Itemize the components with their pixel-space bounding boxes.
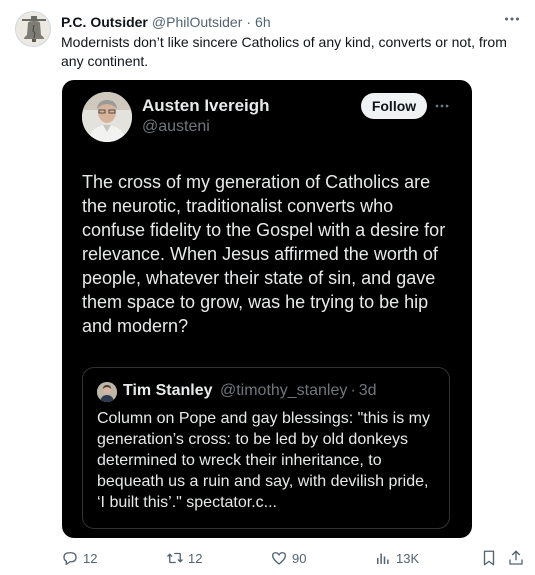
- more-options-icon[interactable]: [503, 10, 521, 28]
- quoted-timestamp: 3d: [358, 382, 377, 399]
- screenshot-author-name: Austen Ivereigh: [142, 96, 270, 115]
- view-count: 13K: [396, 550, 420, 566]
- author-name[interactable]: P.C. Outsider: [61, 14, 148, 30]
- screenshot-more-icon: [435, 104, 449, 108]
- tweet-actions: 12 12 90 13K: [61, 547, 525, 569]
- tweet-timestamp[interactable]: 6h: [255, 14, 271, 30]
- bookmark-button[interactable]: [480, 547, 502, 569]
- heart-icon: [271, 552, 287, 565]
- views-button[interactable]: 13K: [374, 547, 419, 569]
- quoted-author-handle: @timothy_stanley: [219, 382, 348, 399]
- screenshot-post-text: The cross of my generation of Catholics …: [82, 172, 446, 336]
- liberty-bell-icon: [16, 12, 50, 46]
- tweet-header: P.C. Outsider @PhilOutsider · 6h: [61, 12, 519, 32]
- separator: ·: [246, 14, 252, 30]
- quoted-post: Tim Stanley @timothy_stanley · 3d Column o…: [82, 367, 450, 529]
- analytics-icon: [377, 553, 389, 564]
- bookmark-icon: [483, 550, 495, 566]
- quoted-post-text: Column on Pope and gay blessings: "this …: [97, 410, 430, 511]
- person-avatar-icon: [97, 382, 117, 402]
- quoted-header: Tim Stanley @timothy_stanley · 3d: [123, 382, 377, 400]
- tweet-text: Modernists don’t like sincere Catholics …: [61, 34, 507, 69]
- screenshot-follow-button: Follow: [361, 93, 427, 119]
- attached-screenshot-image[interactable]: Austen Ivereigh @austeni Follow The cros…: [62, 80, 472, 538]
- quoted-author-avatar: [97, 382, 117, 402]
- like-count: 90: [292, 550, 307, 566]
- avatar-liberty-bell[interactable]: [15, 11, 51, 47]
- repost-icon: [167, 552, 183, 564]
- author-handle[interactable]: @PhilOutsider: [152, 14, 242, 30]
- like-button[interactable]: 90: [270, 547, 306, 569]
- separator: ·: [350, 382, 356, 399]
- tweet[interactable]: P.C. Outsider @PhilOutsider · 6h Moderni…: [0, 0, 535, 575]
- repost-button[interactable]: 12: [166, 547, 202, 569]
- quoted-author-name: Tim Stanley: [123, 382, 213, 399]
- reply-icon: [63, 552, 77, 566]
- repost-count: 12: [188, 550, 203, 566]
- reply-button[interactable]: 12: [61, 547, 97, 569]
- share-button[interactable]: [507, 547, 529, 569]
- share-icon: [509, 550, 523, 565]
- person-avatar-icon: [82, 92, 132, 142]
- screenshot-author-handle: @austeni: [142, 118, 210, 135]
- screenshot-author-avatar: [82, 92, 132, 142]
- reply-count: 12: [83, 550, 98, 566]
